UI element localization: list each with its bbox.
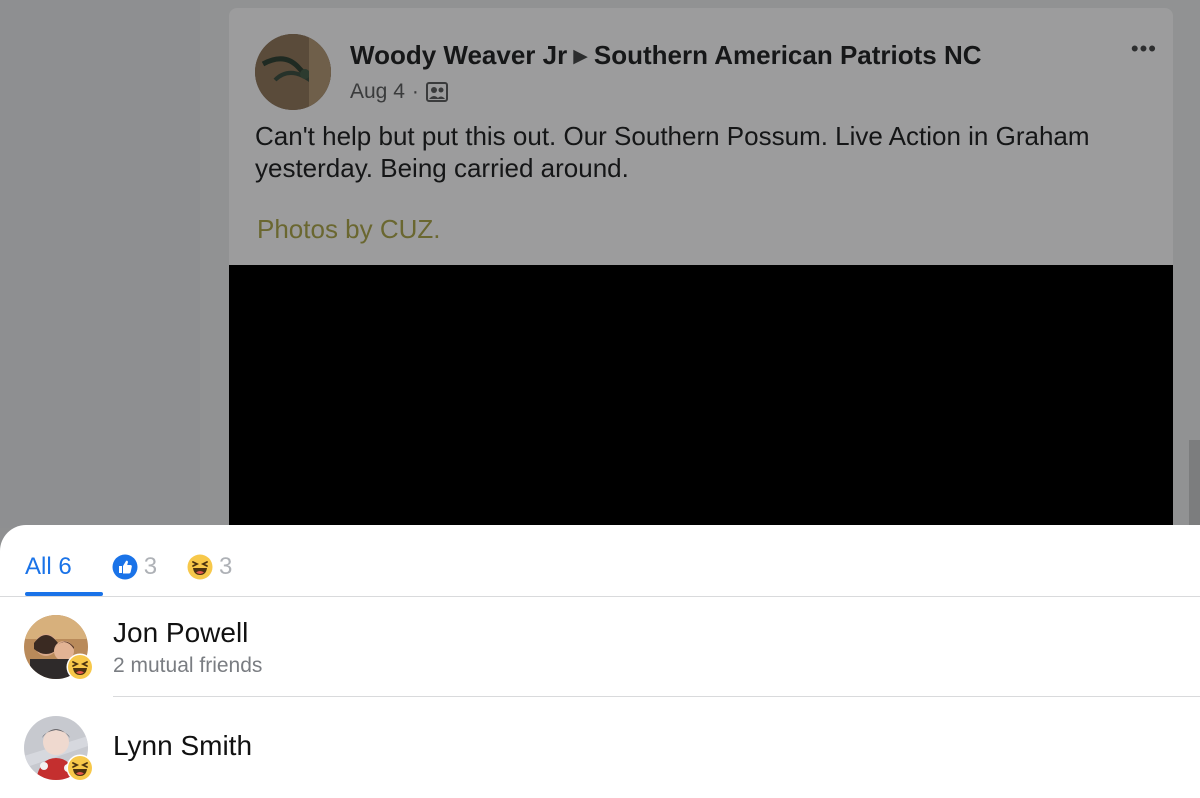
post-text: Can't help but put this out. Our Souther… bbox=[255, 121, 1090, 183]
tab-haha[interactable]: 3 bbox=[187, 547, 232, 587]
reaction-tabs: All 6 3 3 bbox=[25, 547, 232, 587]
group-audience-icon bbox=[425, 82, 448, 102]
row-divider bbox=[113, 696, 1200, 697]
reactor-row[interactable]: Jon Powell 2 mutual friends bbox=[0, 597, 1200, 697]
post-photo-redacted[interactable] bbox=[229, 265, 1173, 530]
haha-icon bbox=[66, 653, 94, 681]
scrollbar[interactable] bbox=[1189, 440, 1200, 528]
haha-icon bbox=[66, 754, 94, 782]
reactor-mutual-friends: 2 mutual friends bbox=[113, 654, 263, 677]
share-arrow-icon: ▶ bbox=[573, 46, 588, 67]
photo-credit-highlighted: Photos by CUZ. bbox=[255, 214, 447, 245]
post-header: Woody Weaver Jr ▶ Southern American Patrio… bbox=[350, 40, 982, 71]
post-date[interactable]: Aug 4 bbox=[350, 80, 405, 104]
author-name-link[interactable]: Woody Weaver Jr bbox=[350, 40, 567, 70]
post-meta: Aug 4 · bbox=[350, 80, 448, 104]
more-options-button[interactable]: ••• bbox=[1131, 36, 1157, 62]
haha-icon bbox=[187, 554, 213, 580]
post-card: Woody Weaver Jr ▶ Southern American Patrio… bbox=[229, 8, 1173, 548]
group-name-link[interactable]: Southern American Patriots NC bbox=[594, 40, 982, 70]
reactor-name[interactable]: Lynn Smith bbox=[113, 730, 252, 762]
author-avatar[interactable] bbox=[255, 34, 331, 110]
tab-all-label: All 6 bbox=[25, 553, 72, 580]
reactor-name[interactable]: Jon Powell bbox=[113, 617, 248, 649]
like-icon bbox=[112, 554, 138, 580]
page-backdrop-left bbox=[0, 0, 200, 528]
reactor-row[interactable]: Lynn Smith bbox=[0, 698, 1200, 798]
meta-separator: · bbox=[411, 80, 419, 103]
tab-all[interactable]: All 6 bbox=[25, 547, 72, 587]
reactions-sheet: All 6 3 3 Jon Powell 2 mutual friends Ly… bbox=[0, 525, 1200, 798]
tab-like[interactable]: 3 bbox=[112, 547, 157, 587]
like-count: 3 bbox=[143, 553, 158, 580]
haha-count: 3 bbox=[219, 553, 233, 580]
